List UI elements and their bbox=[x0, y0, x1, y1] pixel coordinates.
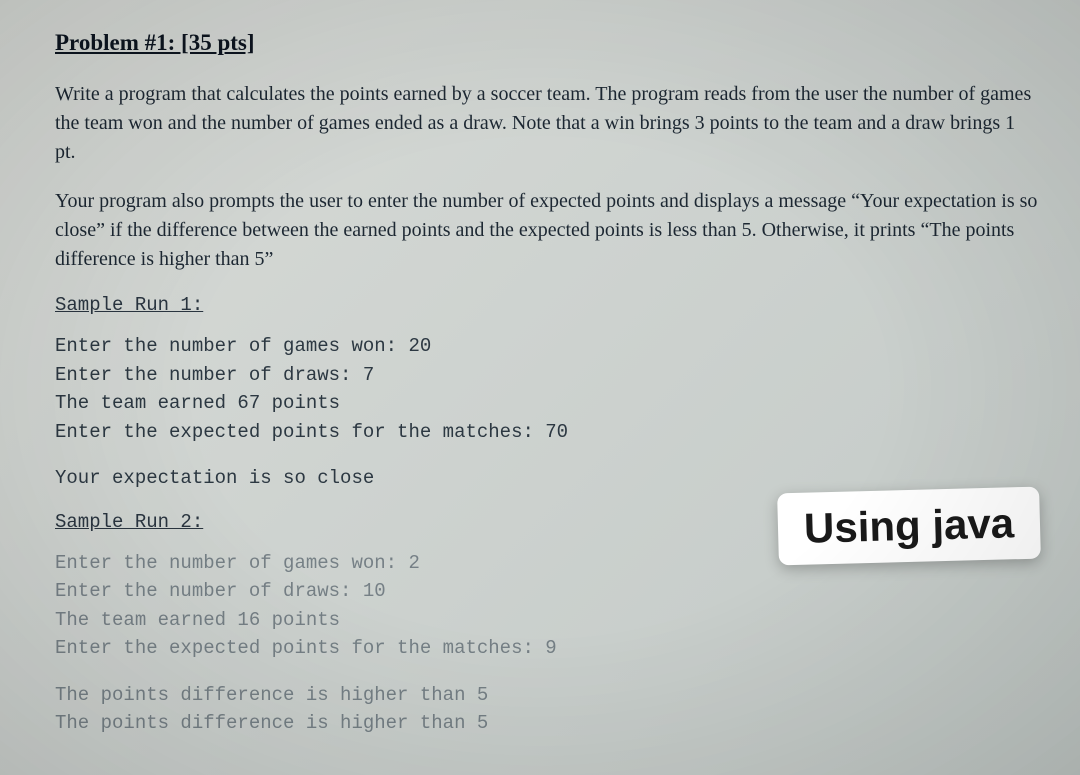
problem-document: Problem #1: [35 pts] Write a program tha… bbox=[55, 30, 1040, 738]
sample-run-2-io: Enter the number of games won: 2 Enter t… bbox=[55, 549, 1040, 663]
problem-title: Problem #1: [35 pts] bbox=[55, 30, 1040, 56]
sample-run-2-output: The points difference is higher than 5 T… bbox=[55, 681, 1040, 738]
language-note-box: Using java bbox=[777, 487, 1041, 566]
sample-run-1-heading: Sample Run 1: bbox=[55, 294, 1040, 316]
sample-run-1-io: Enter the number of games won: 20 Enter … bbox=[55, 332, 1040, 446]
problem-description-2: Your program also prompts the user to en… bbox=[55, 187, 1040, 274]
sample-run-1-output: Your expectation is so close bbox=[55, 464, 1040, 493]
language-note-text: Using java bbox=[803, 499, 1014, 551]
problem-description-1: Write a program that calculates the poin… bbox=[55, 80, 1040, 167]
